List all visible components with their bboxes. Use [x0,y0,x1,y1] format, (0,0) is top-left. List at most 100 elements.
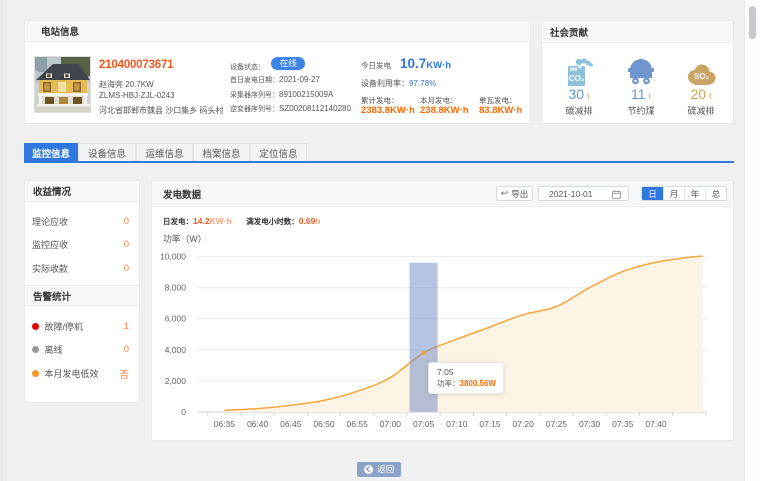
house-photo-illustration [35,57,90,112]
back-button[interactable]: 返回 [357,462,401,477]
calendar-icon [612,190,621,199]
fault-dot-icon [32,323,39,330]
co2-reduction-label: 碳减排 [551,104,607,117]
scrollbar-track[interactable] [744,0,760,481]
full-hours-value: 0.69 [299,216,316,226]
svg-text:6,000: 6,000 [165,314,187,324]
income-value: 0 [124,263,129,274]
station-model: ZLMS-HBJ-ZJL-0243 [99,91,175,100]
collector-label: 采集器序列号： [230,92,279,99]
inverter-row: 逆变器序列号：SZ00208112140280 [230,104,351,114]
coal-saving-number: 11 [631,86,646,102]
device-status-label: 设备状态： [230,64,265,71]
date-picker[interactable]: 2021-10-01 [538,186,629,201]
alarm-row-offline: 离线 0 [25,338,139,361]
coal-cart-icon [613,57,669,86]
utilization-value: 97.78% [409,79,436,88]
alarm-label: 本月发电低效 [45,367,99,380]
chart-stats-line: 日发电：14.2KW·h 满发电小时数：0.69h [163,216,333,227]
svg-text:8,000: 8,000 [165,283,187,293]
alarm-section-title: 告警统计 [25,285,139,306]
today-generation-unit: KW·h [426,60,451,71]
day-generation-unit: KW·h [210,216,232,226]
so2-reduction-item: SO₂ 20t 硫减排 [673,57,729,117]
inverter-label: 逆变器序列号： [230,106,279,113]
station-address: 河北省邯郸市魏县 沙口集乡 码头村 [99,105,223,116]
collector-value: 89100215009A [279,90,333,99]
range-segmented-control: 日 月 年 总 [641,186,727,201]
alarm-value: 否 [119,367,129,381]
svg-text:07:40: 07:40 [645,419,667,429]
export-icon: ↩ [501,188,509,199]
co2-unit: t [587,91,589,101]
offline-dot-icon [32,346,39,353]
back-button-label: 返回 [377,463,394,475]
svg-text:CO₂: CO₂ [568,74,584,83]
day-generation-value: 14.2 [193,216,210,226]
income-section-title: 收益情况 [25,181,139,202]
y-axis-title: 功率（W） [163,232,207,245]
chart-card-title: 发电数据 [163,187,201,201]
range-year-button[interactable]: 年 [684,187,705,200]
first-date-row: 首日发电日期：2021-09-27 [230,75,320,85]
chart-toolbar: ↩ 导出 2021-10-01 日 月 年 总 [496,186,727,201]
online-status-badge: 在线 [271,57,305,70]
day-generation-label: 日发电： [163,217,193,226]
alarm-value: 1 [124,321,129,332]
tab-underline [24,161,734,163]
tab-operation-info[interactable]: 运维信息 [136,143,193,161]
month-generation-value: 238.8KW·h [420,105,469,116]
tooltip-value: 3800.56W [460,379,496,388]
station-card-title: 电站信息 [25,21,530,42]
so2-cloud-icon: SO₂ [673,57,729,86]
svg-text:07:10: 07:10 [446,419,468,429]
income-value: 0 [124,216,129,227]
tab-device-info[interactable]: 设备信息 [78,143,136,161]
co2-reduction-item: CO₂ 30t 碳减排 [551,57,607,117]
coal-saving-item: 11t 节约煤 [613,57,669,117]
first-date-value: 2021-09-27 [279,75,320,84]
svg-text:07:30: 07:30 [579,419,601,429]
export-button[interactable]: ↩ 导出 [496,186,533,201]
range-total-button[interactable]: 总 [705,187,726,200]
alarm-row-low-efficiency: 本月发电低效 否 [25,362,139,385]
low-efficiency-dot-icon [32,370,39,377]
range-day-button[interactable]: 日 [642,187,663,200]
alarm-label: 故障/停机 [45,320,84,333]
so2-reduction-label: 硫减排 [673,104,729,117]
station-photo [34,56,91,113]
per-watt-generation-value: 83.8KW·h [479,105,522,116]
svg-text:07:20: 07:20 [513,419,535,429]
social-contribution-card: 社会贡献 CO₂ 30t 碳减排 11t 节约煤 [541,20,734,124]
co2-reduction-value: 30t [551,87,607,102]
so2-reduction-number: 20 [691,86,707,102]
tooltip-time: 7:05 [437,367,496,377]
svg-text:07:25: 07:25 [546,419,568,429]
utilization-label: 设备利用率： [361,79,409,88]
tooltip-value-line: 功率：3800.56W [437,378,496,389]
chart-tooltip: 7:05 功率：3800.56W [428,362,504,394]
full-hours-unit: h [315,216,320,226]
tab-archive-info[interactable]: 档案信息 [193,143,250,161]
scrollbar-thumb[interactable] [749,6,756,39]
svg-text:10,000: 10,000 [160,252,186,262]
so2-unit: t [709,91,711,101]
collector-row: 采集器序列号：89100215009A [230,90,333,100]
today-generation-label: 今日发电 [361,61,391,70]
co2-factory-icon: CO₂ [551,57,607,86]
coal-unit: t [649,91,651,101]
svg-text:06:40: 06:40 [247,419,269,429]
range-month-button[interactable]: 月 [663,187,684,200]
svg-text:06:55: 06:55 [347,419,369,429]
today-generation: 今日发电10.7KW·h [361,56,451,71]
tab-monitor-info[interactable]: 监控信息 [24,143,78,161]
station-info-card: 电站信息 210400073671 赵海亮 20.7KW ZLMS-HBJ-ZJ… [24,20,531,124]
summary-sidebar: 收益情况 理论应收 0 监控应收 0 实际收款 0 告警统计 故障/停机 1 离… [24,180,140,403]
svg-text:06:50: 06:50 [313,419,335,429]
tab-location-info[interactable]: 定位信息 [250,143,307,161]
alarm-row-fault: 故障/停机 1 [25,315,139,338]
generation-data-card: 发电数据 ↩ 导出 2021-10-01 日 月 年 总 [151,180,734,441]
income-label: 理论应收 [32,215,68,228]
day-generation-stat: 日发电：14.2KW·h [163,217,232,226]
social-card-title: 社会贡献 [542,21,733,43]
